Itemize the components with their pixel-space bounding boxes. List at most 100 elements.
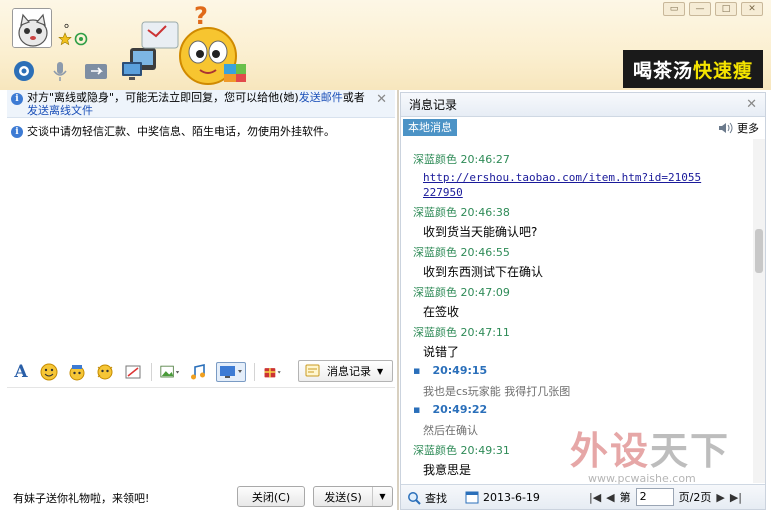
self-message-header: ▪ 20:49:22 [413, 403, 488, 416]
message-body: 收到货当天能确认吧? [423, 225, 538, 239]
security-tip-text: 交谈中请勿轻信汇款、中奖信息、陌生电话，勿使用外挂软件。 [27, 125, 335, 138]
chevron-down-icon: ▼ [377, 366, 384, 376]
svg-text:?: ? [194, 4, 208, 30]
font-icon[interactable]: A [11, 362, 31, 382]
gift-icon[interactable] [263, 362, 283, 382]
calendar-icon [465, 491, 479, 504]
avatar[interactable] [12, 8, 52, 48]
ad-banner[interactable]: 喝茶汤 快速瘦 [623, 50, 763, 88]
send-bar: 有妹子送你礼物啦，来领吧! 关闭(C) 发送(S) ▼ [7, 482, 395, 508]
history-pane: 消息记录 ✕ 本地消息 更多 深蓝颜色 20:46:27 http://ersh… [400, 92, 766, 510]
prev-page-icon[interactable]: ◀ [606, 491, 614, 504]
toolbar-separator [254, 363, 255, 381]
first-page-icon[interactable]: |◀ [589, 491, 601, 504]
message-history-label: 消息记录 [327, 365, 371, 378]
scrollbar-thumb[interactable] [755, 229, 763, 273]
find-button[interactable]: 查找 [407, 490, 447, 506]
message-body: 在签收 [423, 305, 460, 319]
remote-desktop-icon[interactable] [118, 58, 146, 84]
self-message-time: 20:49:22 [432, 403, 488, 416]
more-menu[interactable]: 更多 [718, 120, 759, 136]
history-tabs: 本地消息 更多 [401, 118, 765, 138]
page-prefix: 第 [619, 491, 631, 504]
offline-notice-text: 对方"离线或隐身"，可能无法立即回复，您可以给他(她) [27, 91, 299, 104]
date-label: 2013-6-19 [483, 490, 540, 504]
message-link[interactable]: http://ershou.taobao.com/item.htm?id=210… [423, 171, 701, 184]
more-label: 更多 [737, 122, 759, 135]
last-page-icon[interactable]: ▶| [730, 491, 742, 504]
emoticon-icon[interactable] [39, 362, 59, 382]
next-page-icon[interactable]: ▶ [716, 491, 724, 504]
nickname: 。 [64, 16, 78, 31]
chevron-down-icon[interactable]: ▼ [372, 487, 392, 506]
message-header: 深蓝颜色 20:46:38 [413, 206, 510, 219]
ad-text-yellow: 快速瘦 [693, 59, 754, 82]
music-icon[interactable] [188, 362, 208, 382]
history-icon [305, 364, 320, 377]
send-email-link[interactable]: 发送邮件 [299, 91, 343, 104]
pagination: |◀ ◀ 第 2 页/2页 ▶ ▶| [589, 488, 742, 506]
find-label: 查找 [425, 492, 447, 505]
send-offline-file-link[interactable]: 发送离线文件 [27, 104, 93, 117]
close-notice-icon[interactable]: ✕ [376, 93, 387, 106]
qzone-icon[interactable] [74, 32, 88, 46]
message-body: 说错了 [423, 345, 460, 359]
chat-pane: i 对方"离线或隐身"，可能无法立即回复，您可以给他(她)发送邮件或者发送离线文… [7, 90, 395, 510]
security-tip: i 交谈中请勿轻信汇款、中奖信息、陌生电话，勿使用外挂软件。 [7, 124, 395, 142]
close-button[interactable]: 关闭(C) [237, 486, 305, 507]
message-header: 深蓝颜色 20:47:09 [413, 286, 510, 299]
screenshot-icon[interactable] [123, 362, 143, 382]
info-icon: i [11, 126, 23, 138]
chat-toolbar [10, 58, 146, 84]
page-number-input[interactable]: 2 [635, 488, 674, 506]
offline-notice-or: 或者 [342, 91, 365, 104]
toolbar-separator [151, 363, 152, 381]
pane-divider[interactable] [397, 90, 399, 510]
voice-call-icon[interactable] [46, 58, 74, 84]
speaker-icon[interactable] [718, 121, 734, 135]
message-header: 深蓝颜色 20:46:27 [413, 153, 510, 166]
star-level-icon[interactable] [58, 32, 72, 46]
send-button[interactable]: 发送(S) ▼ [313, 486, 393, 507]
send-image-icon[interactable] [160, 362, 180, 382]
gift-promo-text[interactable]: 有妹子送你礼物啦，来领吧! [13, 490, 149, 506]
history-title: 消息记录 [409, 98, 458, 112]
status-icons [58, 32, 88, 46]
self-message-time: 20:49:15 [432, 364, 488, 377]
restore-icon[interactable]: ▭ [663, 2, 685, 16]
page-suffix: 页/2页 [678, 491, 712, 504]
screen-share-icon[interactable] [216, 362, 246, 382]
history-footer: 查找 2013-6-19 |◀ ◀ 第 2 页/2页 ▶ ▶| [401, 484, 765, 509]
shake-icon[interactable] [95, 362, 115, 382]
message-body: 收到东西测试下在确认 [423, 265, 544, 279]
message-history-button[interactable]: 消息记录 ▼ [298, 360, 393, 382]
self-message-header: ▪ 20:49:15 [413, 364, 488, 377]
self-message-body: 然后在确认 [423, 424, 478, 437]
tab-local-messages[interactable]: 本地消息 [403, 119, 457, 136]
history-list[interactable]: 深蓝颜色 20:46:27 http://ershou.taobao.com/i… [401, 139, 753, 483]
message-link-continued[interactable]: 227950 [423, 186, 463, 199]
offline-notice: i 对方"离线或隐身"，可能无法立即回复，您可以给他(她)发送邮件或者发送离线文… [7, 90, 395, 118]
history-scrollbar[interactable] [753, 139, 765, 483]
close-icon[interactable]: ✕ [746, 93, 757, 117]
message-header: 深蓝颜色 20:47:11 [413, 326, 510, 339]
file-transfer-icon[interactable] [82, 58, 110, 84]
message-body: 我意思是 [423, 463, 472, 477]
self-message-body: 我也是cs玩家能 我得打几张图 [423, 385, 571, 398]
magic-emoticon-icon[interactable] [67, 362, 87, 382]
send-button-label[interactable]: 发送(S) [314, 489, 372, 505]
search-icon [408, 492, 421, 505]
minimize-icon[interactable]: — [689, 2, 711, 16]
message-body: http://ershou.taobao.com/item.htm?id=210… [423, 170, 701, 200]
message-header: 深蓝颜色 20:46:55 [413, 246, 510, 259]
date-picker[interactable]: 2013-6-19 [465, 490, 540, 504]
close-icon[interactable]: ✕ [741, 2, 763, 16]
mascot-illustration: ? [128, 2, 278, 88]
message-input[interactable] [7, 387, 395, 479]
info-icon: i [11, 93, 23, 105]
title-bar: 。 ? ▭ — □ ✕ 喝茶汤 快速瘦 [0, 0, 771, 90]
history-header: 消息记录 ✕ [401, 93, 765, 117]
maximize-icon[interactable]: □ [715, 2, 737, 16]
ad-text-white: 喝茶汤 [632, 59, 693, 82]
video-call-icon[interactable] [10, 58, 38, 84]
